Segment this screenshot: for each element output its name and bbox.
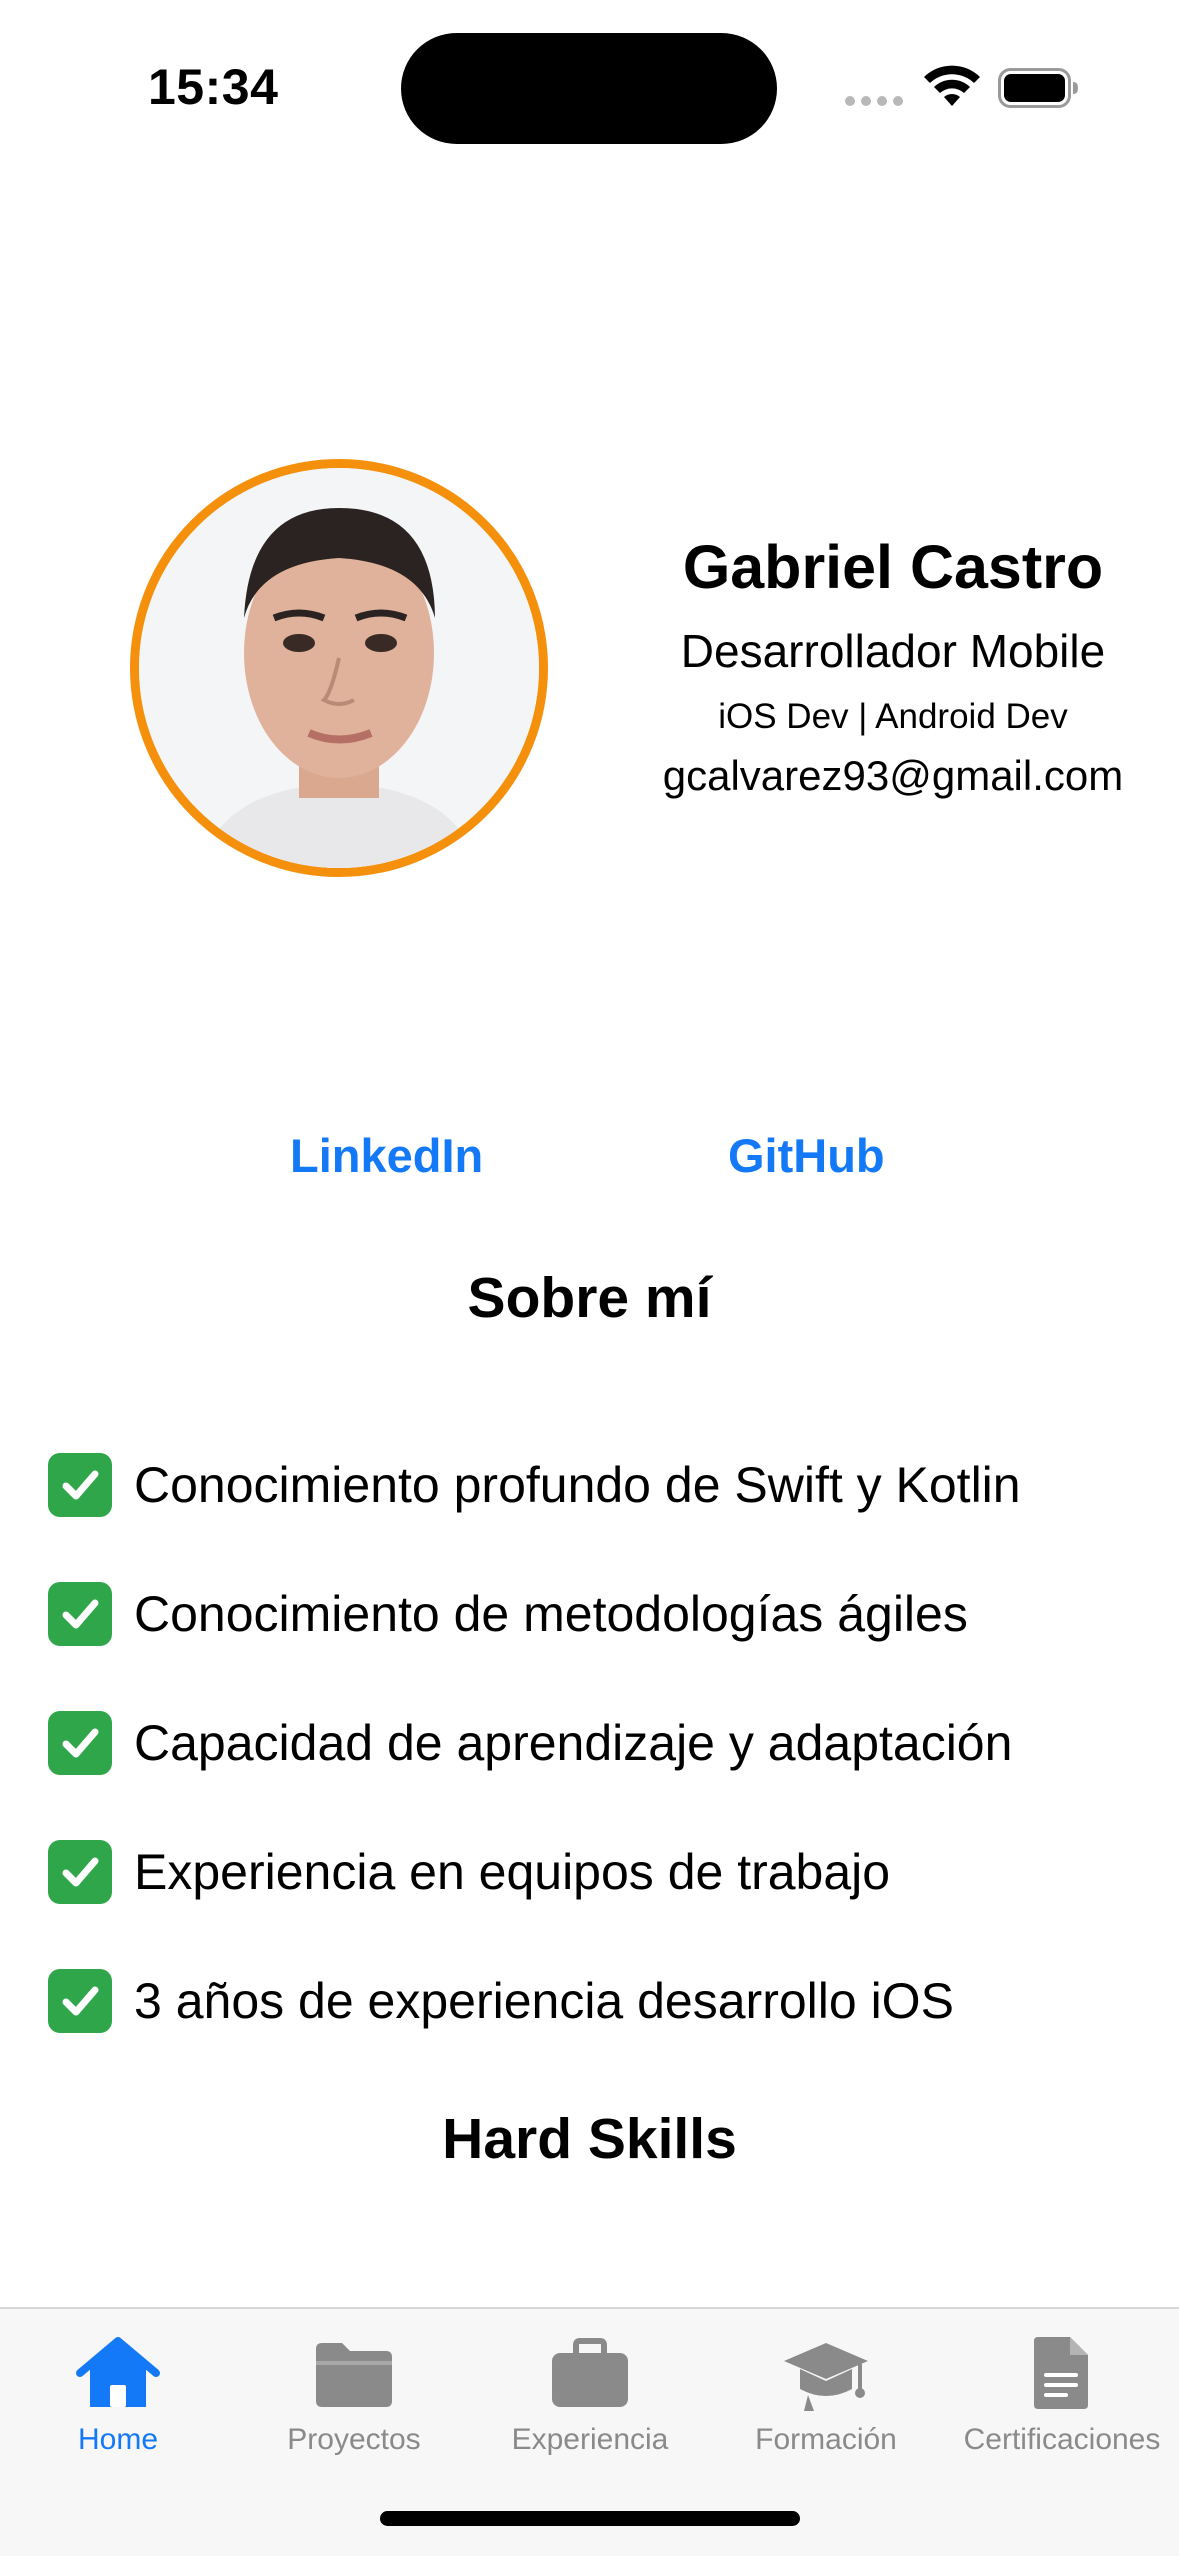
checkmark-icon [48, 1581, 112, 1646]
briefcase-icon [552, 2338, 628, 2407]
profile-role: Desarrollador Mobile [680, 625, 1106, 677]
tab-experiencia[interactable]: Experiencia [472, 2333, 708, 2457]
home-indicator [380, 2511, 800, 2526]
tab-label: Formación [755, 2423, 897, 2456]
tab-label: Certificaciones [963, 2423, 1161, 2456]
linkedin-link[interactable]: LinkedIn [290, 1128, 483, 1183]
profile-email[interactable]: gcalvarez93@gmail.com [608, 752, 1178, 800]
about-item-text: Conocimiento de metodologías ágiles [134, 1585, 968, 1642]
profile-name: Gabriel Castro [682, 533, 1104, 601]
checkmark-icon [48, 1452, 112, 1517]
checkmark-icon [48, 1839, 112, 1904]
house-icon [76, 2337, 160, 2407]
about-title: Sobre mí [467, 1266, 712, 1330]
github-link[interactable]: GitHub [728, 1128, 885, 1183]
hard-skills-title: Hard Skills [442, 2107, 737, 2171]
folder-icon [316, 2343, 392, 2407]
document-icon [1034, 2337, 1088, 2409]
profile-tags: iOS Dev | Android Dev [718, 697, 1068, 736]
about-list: Conocimiento profundo de Swift y Kotlin … [48, 1420, 1168, 2065]
tab-home[interactable]: Home [0, 2333, 236, 2457]
profile-photo [139, 468, 539, 868]
about-item-text: Conocimiento profundo de Swift y Kotlin [134, 1456, 1021, 1513]
wifi-icon [924, 65, 980, 106]
about-item: Capacidad de aprendizaje y adaptación [48, 1678, 1168, 1807]
about-item: 3 años de experiencia desarrollo iOS [48, 1936, 1168, 2065]
tab-proyectos[interactable]: Proyectos [236, 2333, 472, 2457]
about-item: Conocimiento de metodologías ágiles [48, 1549, 1168, 1678]
tab-formacion[interactable]: Formación [708, 2333, 944, 2457]
profile-avatar [130, 459, 548, 877]
about-item: Experiencia en equipos de trabajo [48, 1807, 1168, 1936]
graduation-cap-icon [784, 2343, 868, 2411]
tab-label: Proyectos [287, 2423, 421, 2456]
tab-label: Experiencia [511, 2423, 669, 2456]
about-item-text: Capacidad de aprendizaje y adaptación [134, 1714, 1013, 1771]
dynamic-island [401, 33, 777, 144]
about-item-text: Experiencia en equipos de trabajo [134, 1843, 891, 1900]
tab-label: Home [77, 2423, 159, 2456]
checkmark-icon [48, 1968, 112, 2033]
about-item: Conocimiento profundo de Swift y Kotlin [48, 1420, 1168, 1549]
checkmark-icon [48, 1710, 112, 1775]
battery-icon [998, 68, 1078, 108]
tab-certificaciones[interactable]: Certificaciones [944, 2333, 1179, 2457]
status-time: 15:34 [148, 59, 279, 115]
cellular-signal-icon [845, 96, 903, 106]
about-item-text: 3 años de experiencia desarrollo iOS [134, 1972, 954, 2029]
